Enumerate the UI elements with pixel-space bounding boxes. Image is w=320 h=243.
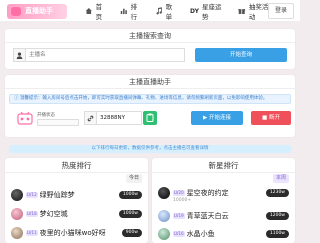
nav-item-songs[interactable]: 歌单: [155, 0, 178, 22]
ranking-row[interactable]: LV16 水晶小鱼 1100w: [152, 223, 295, 243]
avatar: [158, 228, 170, 240]
count-badge: 1000w: [118, 210, 142, 218]
status-label: 开播状态: [37, 113, 55, 118]
nav-item-horoscope[interactable]: DY 星座运势: [190, 0, 226, 22]
nav-label: 首页: [95, 3, 103, 21]
level-badge: LV19: [173, 213, 185, 219]
status-indicator: [37, 119, 79, 126]
left-panel-title: 热度排行: [5, 158, 148, 173]
ranking-row[interactable]: LV11 夜里的小猫咪wo好呀 900w: [5, 222, 148, 243]
avatar: [158, 187, 170, 199]
left-ranking-panel: 热度排行 今日 LV12 绿野仙踪梦 1000w LV18 梦幻空城 1000w…: [5, 158, 148, 243]
avatar: [11, 227, 23, 239]
logo-icon: [11, 7, 21, 16]
avatar: [158, 210, 170, 222]
live-tool-card: 主播直播助手: [5, 75, 295, 137]
avatar: [11, 208, 23, 220]
nav-prefix: DY: [190, 7, 199, 15]
anchor-name: 绿野仙踪梦: [39, 191, 75, 199]
count-badge: 1000w: [118, 191, 142, 199]
count-badge: 1100w: [265, 230, 289, 238]
chart-icon: [120, 8, 127, 15]
stop-label: 断开: [268, 115, 280, 121]
music-icon: [156, 7, 162, 15]
login-button[interactable]: 登录: [268, 3, 294, 19]
paste-button[interactable]: [143, 111, 157, 125]
nav-label: 星座运势: [201, 3, 222, 21]
level-badge: LV12: [26, 192, 38, 198]
avatar: [11, 189, 23, 201]
start-connect-button[interactable]: ▶ 开始连接: [191, 111, 243, 125]
anchor-name-input[interactable]: [25, 48, 185, 62]
level-badge: LV16: [173, 231, 185, 237]
nav-label: 排行: [130, 3, 138, 21]
anchor-name: 梦幻空城: [39, 210, 68, 218]
link-icon: [84, 111, 96, 125]
start-label: 开始连接: [208, 115, 231, 121]
nav-item-ranking[interactable]: 排行: [120, 0, 143, 22]
nav-item-home[interactable]: 首页: [85, 0, 108, 22]
level-badge: LV18: [26, 211, 38, 217]
logo-text: 直播助手: [25, 7, 53, 15]
right-ranking-panel: 新星排行 本周 LV20 星空夜的约定 1230w 10000+ LV19 青草…: [152, 158, 295, 243]
count-badge: 1230w: [265, 189, 289, 197]
query-card-title: 主播搜索查询: [5, 29, 295, 43]
clipboard-icon: [146, 113, 154, 122]
user-icon: [13, 48, 25, 62]
stop-button[interactable]: ■ 断开: [251, 111, 291, 125]
right-panel-title: 新星排行: [152, 158, 295, 173]
room-id-input[interactable]: [96, 111, 142, 125]
level-badge: LV11: [26, 230, 38, 236]
notice-text: 温馨提示：输入房间号后点击开始，即可实时获取直播间弹幕、礼物、进场等信息，请勿频…: [19, 96, 268, 101]
anchor-name: 夜里的小猫咪wo好呀: [39, 229, 106, 237]
query-card: 主播搜索查询 开始查询: [5, 29, 295, 69]
stop-icon: ■: [262, 115, 269, 121]
level-badge: LV20: [173, 190, 185, 196]
tool-card-title: 主播直播助手: [5, 75, 295, 89]
anchor-name: 水晶小鱼: [186, 230, 215, 238]
site-logo[interactable]: 直播助手: [7, 4, 67, 19]
info-banner: 以下排行每日更新，数据仅供参考，点击主播名可查看详情: [9, 145, 291, 153]
anchor-name: 星空夜的约定: [186, 189, 229, 197]
live-status-icon: [17, 111, 33, 126]
row-subtext: 10000+: [173, 198, 192, 203]
count-badge: 1200w: [265, 212, 289, 220]
left-panel-tab[interactable]: 今日: [125, 174, 142, 183]
anchor-name: 青草蓝天白云: [186, 212, 229, 220]
home-icon: [85, 7, 92, 15]
top-navigation-bar: 直播助手 首页 排行 歌单 DY 星座运势 抽奖活动 HOT 登录: [0, 0, 300, 22]
nav-label: 歌单: [165, 3, 173, 21]
count-badge: 900w: [121, 229, 142, 237]
search-button[interactable]: 开始查询: [195, 48, 287, 62]
notice-bar: ⓘ 温馨提示：输入房间号后点击开始，即可实时获取直播间弹幕、礼物、进场等信息，请…: [9, 94, 291, 104]
gift-icon: [238, 8, 246, 14]
